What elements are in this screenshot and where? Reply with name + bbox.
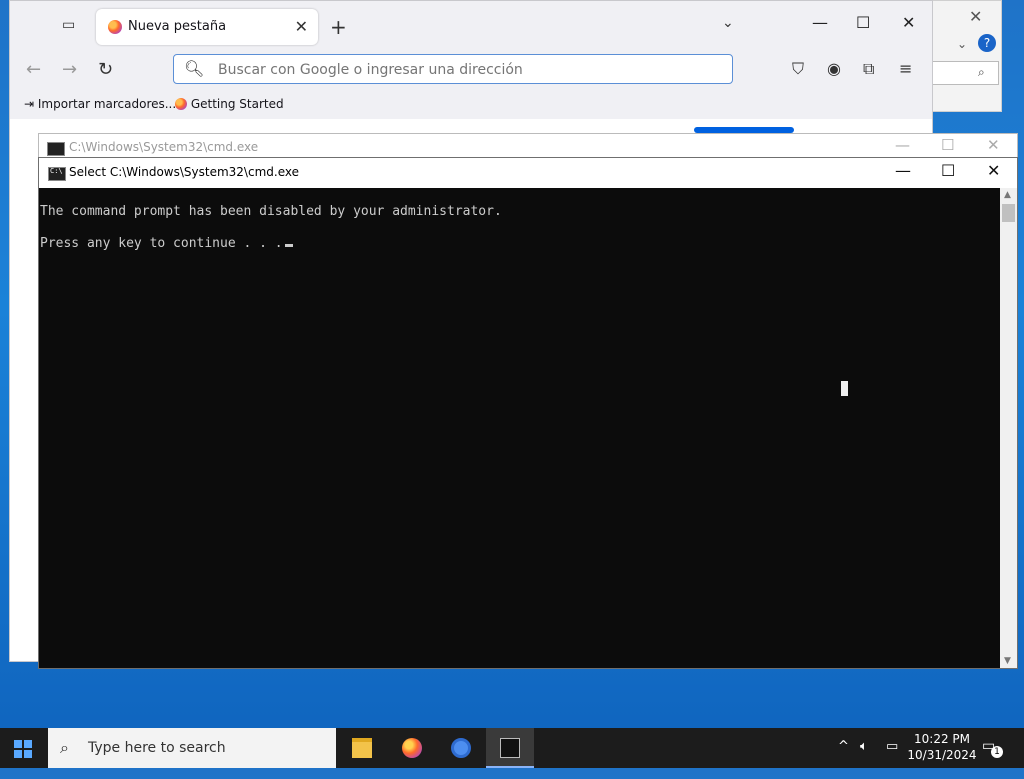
speaker-muted-icon[interactable]: 🔈︎ [860, 739, 868, 779]
search-placeholder: Type here to search [88, 740, 226, 756]
url-input[interactable] [216, 59, 720, 81]
help-icon[interactable]: ? [978, 34, 996, 52]
firefox-icon [108, 20, 122, 34]
extensions-icon[interactable]: ⧉ [863, 59, 874, 79]
vertical-scrollbar[interactable]: ▲ ▼ [1000, 188, 1017, 668]
window-title: C:\Windows\System32\cmd.exe [69, 140, 259, 154]
text-cursor [284, 244, 293, 247]
tab-label: Nueva pestaña [128, 19, 227, 34]
cmd-icon [48, 167, 66, 181]
taskbar-search[interactable]: ⌕ Type here to search [48, 728, 336, 768]
cmd-title-bar[interactable]: Select C:\Windows\System32\cmd.exe — ☐ ✕ [39, 158, 1017, 188]
maximize-button[interactable]: ☐ [941, 161, 955, 180]
search-icon: ⌕ [60, 738, 69, 757]
console-line: The command prompt has been disabled by … [40, 204, 502, 219]
windows-logo-icon [14, 740, 32, 758]
minimize-button[interactable]: — [895, 161, 911, 180]
background-window: ✕ ⌄ ? ⌕ [930, 0, 1002, 112]
minimize-button[interactable]: — [812, 13, 828, 32]
maximize-button[interactable]: ☐ [941, 136, 954, 154]
firefox-icon [402, 738, 422, 758]
list-tabs-chevron-icon[interactable]: ⌄ [722, 15, 734, 31]
console-line: Press any key to continue . . . [40, 236, 293, 251]
search-icon: ⌕ [978, 65, 985, 79]
time: 10:22 PM [914, 732, 970, 746]
scroll-down-icon[interactable]: ▼ [1004, 656, 1011, 666]
tab-bar: ▭ Nueva pestaña ✕ + ⌄ — ☐ ✕ [10, 1, 932, 47]
cmd-icon [47, 142, 65, 156]
taskbar: ⌕ Type here to search ^ 🔈︎ ▭ 10:22 PM 10… [0, 728, 1024, 768]
network-icon[interactable]: ▭ [886, 739, 898, 779]
folder-icon [352, 738, 372, 758]
close-icon[interactable]: ✕ [969, 7, 982, 26]
bookmarks-toolbar: ⇥ Importar marcadores... Getting Started [10, 91, 932, 117]
window-title: Select C:\Windows\System32\cmd.exe [69, 165, 299, 179]
close-tab-icon[interactable]: ✕ [295, 17, 308, 36]
minimize-button[interactable]: — [895, 136, 910, 154]
date: 10/31/2024 [907, 748, 977, 762]
start-button[interactable] [0, 728, 48, 768]
close-button[interactable]: ✕ [902, 13, 915, 32]
close-button[interactable]: ✕ [987, 161, 1000, 180]
clock[interactable]: 10:22 PM 10/31/2024 [902, 731, 982, 763]
taskbar-firefox[interactable] [388, 728, 436, 768]
reload-icon[interactable]: ↻ [98, 59, 113, 80]
terminal-icon [500, 738, 520, 758]
getting-started-bookmark[interactable]: Getting Started [175, 97, 284, 111]
account-icon[interactable]: ◉ [827, 59, 841, 78]
chevron-down-icon[interactable]: ⌄ [957, 37, 967, 51]
notification-center-icon[interactable]: ▭ 1 [982, 738, 1004, 758]
taskbar-chrome[interactable] [437, 728, 485, 768]
notification-count: 1 [991, 746, 1003, 758]
menu-icon[interactable]: ≡ [899, 59, 912, 78]
maximize-button[interactable]: ☐ [856, 13, 870, 32]
scroll-thumb[interactable] [1002, 204, 1015, 222]
cmd-window[interactable]: Select C:\Windows\System32\cmd.exe — ☐ ✕… [38, 157, 1018, 669]
pocket-icon[interactable]: ⛉ [792, 59, 804, 79]
back-icon[interactable]: ← [26, 59, 41, 80]
console-output[interactable]: The command prompt has been disabled by … [39, 188, 999, 668]
chevron-up-icon[interactable]: ^ [838, 739, 849, 779]
selection-cursor [841, 381, 848, 396]
chrome-icon [451, 738, 471, 758]
taskbar-file-explorer[interactable] [338, 728, 386, 768]
search-icon: 🔍︎ [184, 59, 205, 78]
firefox-icon [175, 98, 187, 110]
tab-overview-icon[interactable]: ▭ [62, 17, 75, 33]
address-bar[interactable]: 🔍︎ [173, 54, 733, 84]
taskbar-terminal[interactable] [486, 728, 534, 768]
close-button[interactable]: ✕ [987, 136, 1000, 154]
background-search-box[interactable]: ⌕ [931, 61, 999, 85]
new-tab-button[interactable]: + [330, 15, 347, 39]
tab-new-tab[interactable]: Nueva pestaña ✕ [96, 9, 318, 45]
import-bookmarks-item[interactable]: ⇥ Importar marcadores... [24, 97, 176, 111]
forward-icon[interactable]: → [62, 59, 77, 80]
scroll-up-icon[interactable]: ▲ [1004, 190, 1011, 200]
import-icon: ⇥ [24, 97, 35, 111]
navigation-toolbar: ← → ↻ 🔍︎ ⛉ ◉ ⧉ ≡ [10, 47, 932, 91]
